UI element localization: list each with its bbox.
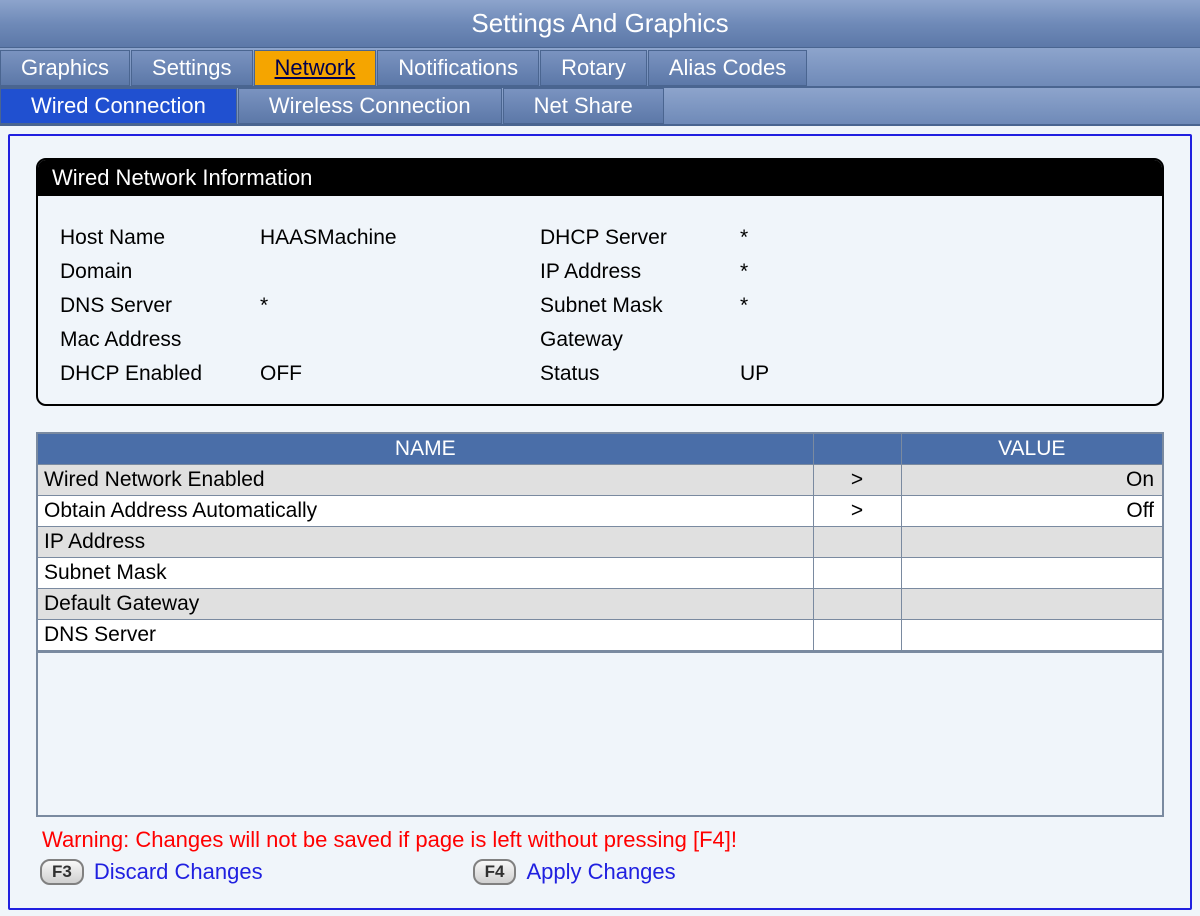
info-value xyxy=(260,260,540,284)
info-label: DHCP Enabled xyxy=(60,362,260,386)
info-label: Status xyxy=(540,362,740,386)
info-label: IP Address xyxy=(540,260,740,284)
settings-cell-indicator xyxy=(813,558,901,589)
apply-changes-label: Apply Changes xyxy=(526,859,675,885)
table-spacer xyxy=(36,652,1164,817)
settings-header-value: VALUE xyxy=(901,433,1163,465)
settings-header-name: NAME xyxy=(37,433,813,465)
primary-tab-rotary[interactable]: Rotary xyxy=(540,50,647,86)
info-label: Mac Address xyxy=(60,328,260,352)
secondary-tab-wireless-connection[interactable]: Wireless Connection xyxy=(238,88,502,124)
settings-cell-name: Obtain Address Automatically xyxy=(37,496,813,527)
wired-network-info-box: Wired Network Information Host NameHAASM… xyxy=(36,158,1164,406)
settings-cell-name: Wired Network Enabled xyxy=(37,465,813,496)
info-label: Domain xyxy=(60,260,260,284)
info-grid: Host NameHAASMachineDHCP Server*DomainIP… xyxy=(38,196,1162,404)
apply-changes-action: F4 Apply Changes xyxy=(473,859,676,885)
settings-table: NAME VALUE Wired Network Enabled>OnObtai… xyxy=(36,432,1164,652)
info-value xyxy=(260,328,540,352)
settings-cell-value xyxy=(901,620,1163,651)
discard-changes-action: F3 Discard Changes xyxy=(40,859,263,885)
content-panel: Wired Network Information Host NameHAASM… xyxy=(8,134,1192,910)
info-box-title: Wired Network Information xyxy=(38,160,1162,196)
settings-cell-indicator: > xyxy=(813,465,901,496)
primary-tab-network[interactable]: Network xyxy=(254,50,377,86)
info-value: * xyxy=(740,260,940,284)
settings-row[interactable]: Default Gateway xyxy=(37,589,1163,620)
settings-row[interactable]: Obtain Address Automatically>Off xyxy=(37,496,1163,527)
settings-cell-value xyxy=(901,558,1163,589)
info-value xyxy=(740,328,940,352)
settings-cell-name: Default Gateway xyxy=(37,589,813,620)
info-value: * xyxy=(260,294,540,318)
settings-cell-name: DNS Server xyxy=(37,620,813,651)
primary-tab-alias-codes[interactable]: Alias Codes xyxy=(648,50,807,86)
settings-header-indicator xyxy=(813,433,901,465)
info-label: Subnet Mask xyxy=(540,294,740,318)
info-label: Host Name xyxy=(60,226,260,250)
secondary-tab-net-share[interactable]: Net Share xyxy=(503,88,664,124)
secondary-tab-wired-connection[interactable]: Wired Connection xyxy=(0,88,237,124)
settings-row[interactable]: Wired Network Enabled>On xyxy=(37,465,1163,496)
settings-row[interactable]: IP Address xyxy=(37,527,1163,558)
settings-cell-value xyxy=(901,589,1163,620)
info-label: DHCP Server xyxy=(540,226,740,250)
action-row: F3 Discard Changes F4 Apply Changes xyxy=(36,859,1164,885)
settings-window: Settings And Graphics GraphicsSettingsNe… xyxy=(0,0,1200,916)
primary-tab-notifications[interactable]: Notifications xyxy=(377,50,539,86)
info-label: Gateway xyxy=(540,328,740,352)
f3-button[interactable]: F3 xyxy=(40,859,84,885)
settings-cell-value: On xyxy=(901,465,1163,496)
primary-tabs: GraphicsSettingsNetworkNotificationsRota… xyxy=(0,48,1200,88)
info-value: * xyxy=(740,294,940,318)
info-value: UP xyxy=(740,362,940,386)
settings-cell-indicator xyxy=(813,620,901,651)
window-title: Settings And Graphics xyxy=(471,8,728,38)
settings-cell-value xyxy=(901,527,1163,558)
info-value: * xyxy=(740,226,940,250)
discard-changes-label: Discard Changes xyxy=(94,859,263,885)
settings-cell-name: IP Address xyxy=(37,527,813,558)
info-label: DNS Server xyxy=(60,294,260,318)
settings-row[interactable]: Subnet Mask xyxy=(37,558,1163,589)
f4-button[interactable]: F4 xyxy=(473,859,517,885)
settings-cell-indicator xyxy=(813,589,901,620)
window-title-bar: Settings And Graphics xyxy=(0,0,1200,48)
settings-cell-value: Off xyxy=(901,496,1163,527)
warning-text: Warning: Changes will not be saved if pa… xyxy=(36,827,1164,853)
settings-cell-indicator: > xyxy=(813,496,901,527)
settings-cell-name: Subnet Mask xyxy=(37,558,813,589)
settings-cell-indicator xyxy=(813,527,901,558)
primary-tab-settings[interactable]: Settings xyxy=(131,50,253,86)
secondary-tabs: Wired ConnectionWireless ConnectionNet S… xyxy=(0,88,1200,126)
primary-tab-graphics[interactable]: Graphics xyxy=(0,50,130,86)
settings-row[interactable]: DNS Server xyxy=(37,620,1163,651)
info-value: OFF xyxy=(260,362,540,386)
info-value: HAASMachine xyxy=(260,226,540,250)
